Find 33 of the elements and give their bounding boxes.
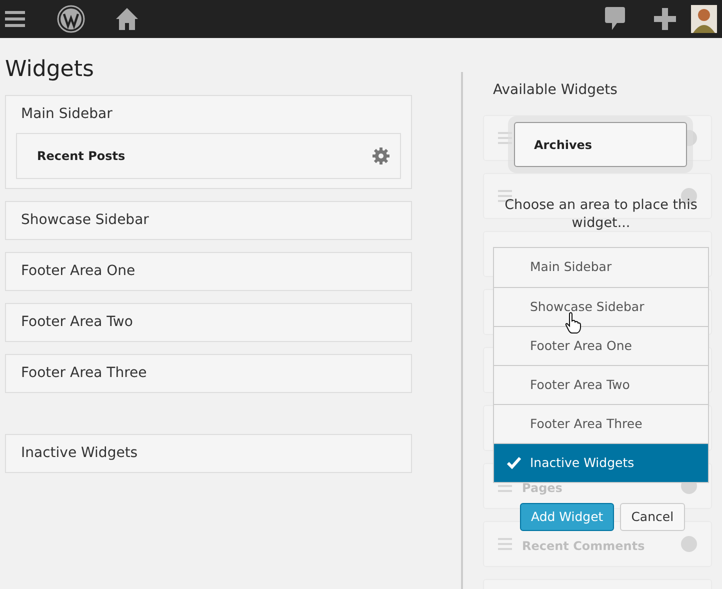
area-option[interactable]: Main Sidebar: [494, 248, 708, 287]
plus-icon[interactable]: [654, 8, 676, 30]
sidebar-title: Showcase Sidebar: [20, 211, 150, 230]
cancel-button[interactable]: Cancel: [620, 503, 685, 531]
sidebar-panel[interactable]: Inactive Widgets: [5, 434, 412, 473]
section-heading: Available Widgets: [493, 81, 618, 100]
sidebar-title: Main Sidebar: [20, 105, 114, 124]
gear-icon[interactable]: [372, 147, 390, 165]
page-title: Widgets: [5, 56, 95, 84]
sidebar-title: Footer Area Two: [20, 313, 134, 332]
drag-handle-icon: [498, 132, 512, 144]
sidebar-panel[interactable]: Footer Area One: [5, 252, 412, 291]
drag-handle-icon: [498, 538, 512, 550]
sidebar-panel[interactable]: Footer Area Two: [5, 303, 412, 342]
sidebar-panel[interactable]: Main Sidebar Recent Posts: [5, 95, 412, 189]
sidebar-panel[interactable]: Footer Area Three: [5, 354, 412, 393]
comment-icon[interactable]: [604, 6, 626, 32]
sidebar-title: Inactive Widgets: [20, 444, 139, 463]
area-option[interactable]: Inactive Widgets: [494, 443, 708, 482]
checkmark-icon: [507, 457, 521, 469]
sidebar-title: Footer Area One: [20, 262, 136, 281]
sidebar-panel[interactable]: Showcase Sidebar: [5, 201, 412, 240]
menu-icon[interactable]: [5, 10, 25, 28]
prompt-text: Choose an area to place this widget...: [504, 196, 698, 232]
avatar[interactable]: [691, 5, 717, 33]
widget-row[interactable]: Recent Posts: [16, 133, 401, 179]
area-option[interactable]: Footer Area Two: [494, 365, 708, 404]
circle-logo-icon[interactable]: [57, 5, 85, 33]
sidebar-title: Footer Area Three: [20, 364, 148, 383]
widget-title-box: Archives: [514, 122, 687, 167]
widget-title: Recent Posts: [37, 148, 126, 165]
home-icon[interactable]: [115, 7, 139, 31]
hand-cursor-icon: [565, 312, 581, 334]
